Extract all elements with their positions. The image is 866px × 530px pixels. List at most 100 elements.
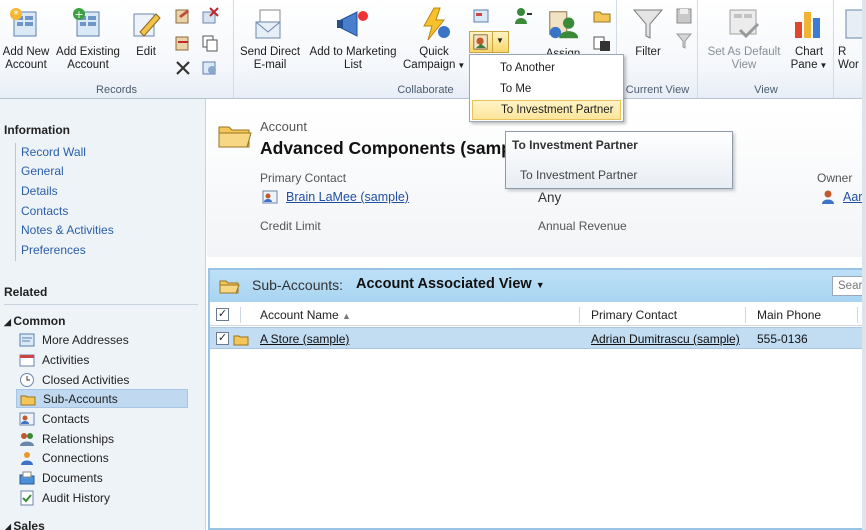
sub-accounts-folder-icon: [219, 280, 240, 294]
record-title: Advanced Components (samp: [260, 138, 512, 158]
nav-item-sub-accounts[interactable]: Sub-Accounts: [16, 389, 188, 408]
row-account-name-link[interactable]: A Store (sample): [260, 332, 349, 346]
add-existing-account-button[interactable]: + Add Existing Account: [54, 6, 122, 72]
nav-link-record-wall[interactable]: Record Wall: [21, 145, 86, 159]
nav-item-closed-activities[interactable]: Closed Activities: [16, 370, 188, 389]
megaphone-icon: [337, 11, 368, 37]
send-direct-email-label: Send Direct E-mail: [239, 46, 301, 71]
sub-accounts-grid: Sub-Accounts: Account Associated View ▼ …: [208, 268, 866, 530]
assign-small-icon[interactable]: [173, 6, 195, 26]
annual-revenue-label: Annual Revenue: [538, 219, 627, 233]
view-selector-caret: ▼: [535, 280, 545, 290]
nav-item-label: Closed Activities: [42, 372, 130, 387]
nav-link-details[interactable]: Details: [21, 184, 58, 198]
common-collapse-icon[interactable]: ◢: [4, 317, 13, 327]
default-view-icon: [729, 9, 760, 39]
current-view-group-label: Current View: [625, 84, 690, 96]
nav-item-audit-history[interactable]: Audit History: [16, 488, 188, 507]
grid-column-header: ✓ Account Name ▲ Primary Contact Main Ph…: [210, 304, 866, 326]
nav-item-label: Activities: [42, 352, 90, 367]
primary-contact-link[interactable]: Brain LaMee (sample): [286, 190, 409, 204]
owner-user-icon: [822, 190, 834, 204]
menu-item-to-another[interactable]: To Another: [472, 58, 621, 78]
relationships-icon: [20, 432, 34, 446]
merge-icon[interactable]: [173, 33, 195, 53]
nav-link-notes-activities[interactable]: Notes & Activities: [21, 223, 114, 237]
information-heading: Information: [4, 123, 70, 137]
column-header-main-phone[interactable]: Main Phone: [757, 308, 821, 322]
column-separator: [745, 307, 746, 323]
column-separator: [579, 307, 580, 323]
assign-split-button[interactable]: ▼: [469, 31, 509, 53]
menu-item-to-me[interactable]: To Me: [472, 79, 621, 99]
select-all-checkbox[interactable]: ✓: [216, 308, 229, 321]
nav-item-relationships[interactable]: Relationships: [16, 429, 188, 448]
nav-item-activities[interactable]: Activities: [16, 350, 188, 369]
column-header-account-name[interactable]: Account Name ▲: [260, 308, 351, 322]
sales-heading: ◢ Sales: [4, 519, 45, 530]
nav-link-general[interactable]: General: [21, 164, 64, 178]
contact-card-icon: [262, 190, 278, 204]
assign-button[interactable]: Assign: [543, 8, 583, 60]
set-as-default-view-button[interactable]: Set As Default View: [703, 6, 785, 72]
chart-pane-button[interactable]: Chart Pane ▼: [787, 6, 831, 72]
view-selector-label: Account Associated View: [356, 276, 532, 292]
edit-icon: [133, 13, 161, 37]
common-heading: ◢ Common: [4, 314, 65, 328]
nav-link-preferences[interactable]: Preferences: [21, 243, 86, 257]
current-view-group: Filter Current View: [618, 0, 698, 98]
edit-button[interactable]: Edit: [124, 6, 168, 59]
connect-icon[interactable]: [513, 6, 535, 26]
folder-icon[interactable]: [592, 6, 614, 26]
sort-ascending-icon: ▲: [342, 311, 351, 321]
share-icon[interactable]: [592, 33, 614, 53]
lightning-icon: [423, 7, 450, 41]
owner-link[interactable]: Aar: [843, 190, 862, 204]
nav-item-more-addresses[interactable]: More Addresses: [16, 330, 188, 349]
queue-icon[interactable]: [471, 6, 493, 26]
view-group: Set As Default View Chart Pane ▼ View: [699, 0, 834, 98]
copy-icon[interactable]: [200, 33, 222, 53]
save-view-icon[interactable]: [674, 6, 696, 26]
quick-campaign-button[interactable]: Quick Campaign ▼: [403, 6, 465, 72]
menu-item-to-investment-partner[interactable]: To Investment Partner: [472, 100, 621, 120]
delete-icon[interactable]: [173, 58, 195, 78]
grid-search-box[interactable]: Searc: [832, 276, 866, 296]
nav-item-documents[interactable]: Documents: [16, 468, 188, 487]
send-direct-email-button[interactable]: Send Direct E-mail: [239, 6, 301, 72]
nav-item-label: Relationships: [42, 431, 115, 446]
nav-item-label: Contacts: [42, 411, 90, 426]
common-heading-label: Common: [13, 314, 66, 328]
filter-button[interactable]: Filter: [628, 6, 668, 59]
filter-label: Filter: [635, 46, 661, 58]
row-primary-contact-link[interactable]: Adrian Dumitrascu (sample): [591, 332, 740, 346]
sub-accounts-icon: [20, 395, 36, 405]
grid-title-bar: Sub-Accounts: Account Associated View ▼ …: [210, 270, 866, 302]
more-actions-icon[interactable]: [200, 58, 222, 78]
table-row[interactable]: ✓ A Store (sample) Adrian Dumitrascu (sa…: [210, 327, 866, 349]
deactivate-icon[interactable]: [200, 6, 222, 26]
account-folder-icon: [218, 126, 252, 148]
chart-pane-caret: ▼: [819, 61, 828, 70]
nav-item-contacts[interactable]: Contacts: [16, 409, 188, 428]
nav-link-contacts[interactable]: Contacts: [21, 204, 68, 218]
view-selector[interactable]: Account Associated View ▼: [356, 276, 545, 292]
row-checkbox[interactable]: ✓: [216, 332, 229, 345]
view-group-label: View: [754, 84, 778, 96]
nav-item-connections[interactable]: Connections: [16, 448, 188, 467]
ribbon: * Add New Account + Add Existing Account…: [0, 0, 866, 99]
entity-type-label: Account: [260, 119, 307, 134]
connections-icon: [21, 451, 33, 465]
add-to-marketing-list-button[interactable]: Add to Marketing List: [305, 6, 401, 72]
grid-title-prefix: Sub-Accounts:: [252, 277, 344, 293]
add-existing-account-label: Add Existing Account: [56, 46, 120, 71]
column-header-label: Account Name: [260, 308, 339, 322]
assign-user-icon: [549, 11, 579, 39]
quick-campaign-caret: ▼: [457, 61, 466, 70]
left-navigation: Information Record Wall General Details …: [0, 99, 206, 530]
column-header-primary-contact[interactable]: Primary Contact: [591, 308, 677, 322]
clear-filter-icon[interactable]: [674, 31, 696, 51]
add-new-account-button[interactable]: * Add New Account: [0, 6, 52, 72]
assign-icon: [473, 34, 488, 50]
assign-dropdown-caret[interactable]: ▼: [496, 36, 504, 45]
